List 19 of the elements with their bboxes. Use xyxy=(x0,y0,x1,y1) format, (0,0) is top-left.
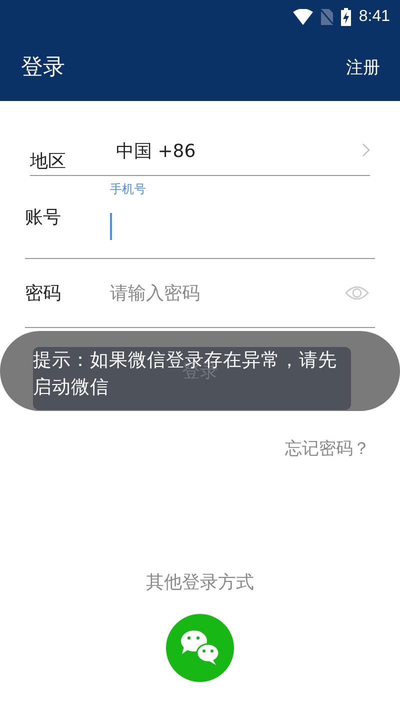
wifi-icon xyxy=(292,8,313,24)
account-label: 账号 xyxy=(25,206,62,229)
eye-icon[interactable] xyxy=(345,285,369,301)
password-input-field[interactable]: 请输入密码 xyxy=(110,282,310,304)
other-login-heading: 其他登录方式 xyxy=(145,571,255,594)
wechat-login-icon[interactable] xyxy=(166,614,234,682)
forgot-password-link[interactable]: 忘记密码？ xyxy=(285,437,370,460)
region-label: 地区 xyxy=(30,150,67,174)
clock-time: 8:41 xyxy=(358,8,390,26)
page-title: 登录 xyxy=(21,54,65,82)
register-link[interactable]: 注册 xyxy=(346,56,380,78)
phone-input-field[interactable]: 手机号 xyxy=(110,181,146,247)
region-value: 中国 +86 xyxy=(116,140,196,163)
floating-label: 手机号 xyxy=(110,181,146,198)
region-selector[interactable]: 地区 中国 +86 xyxy=(30,139,370,176)
chevron-right-icon xyxy=(362,143,370,157)
battery-charging-icon xyxy=(340,8,351,26)
password-label: 密码 xyxy=(25,282,62,305)
no-sim-icon xyxy=(320,8,333,24)
